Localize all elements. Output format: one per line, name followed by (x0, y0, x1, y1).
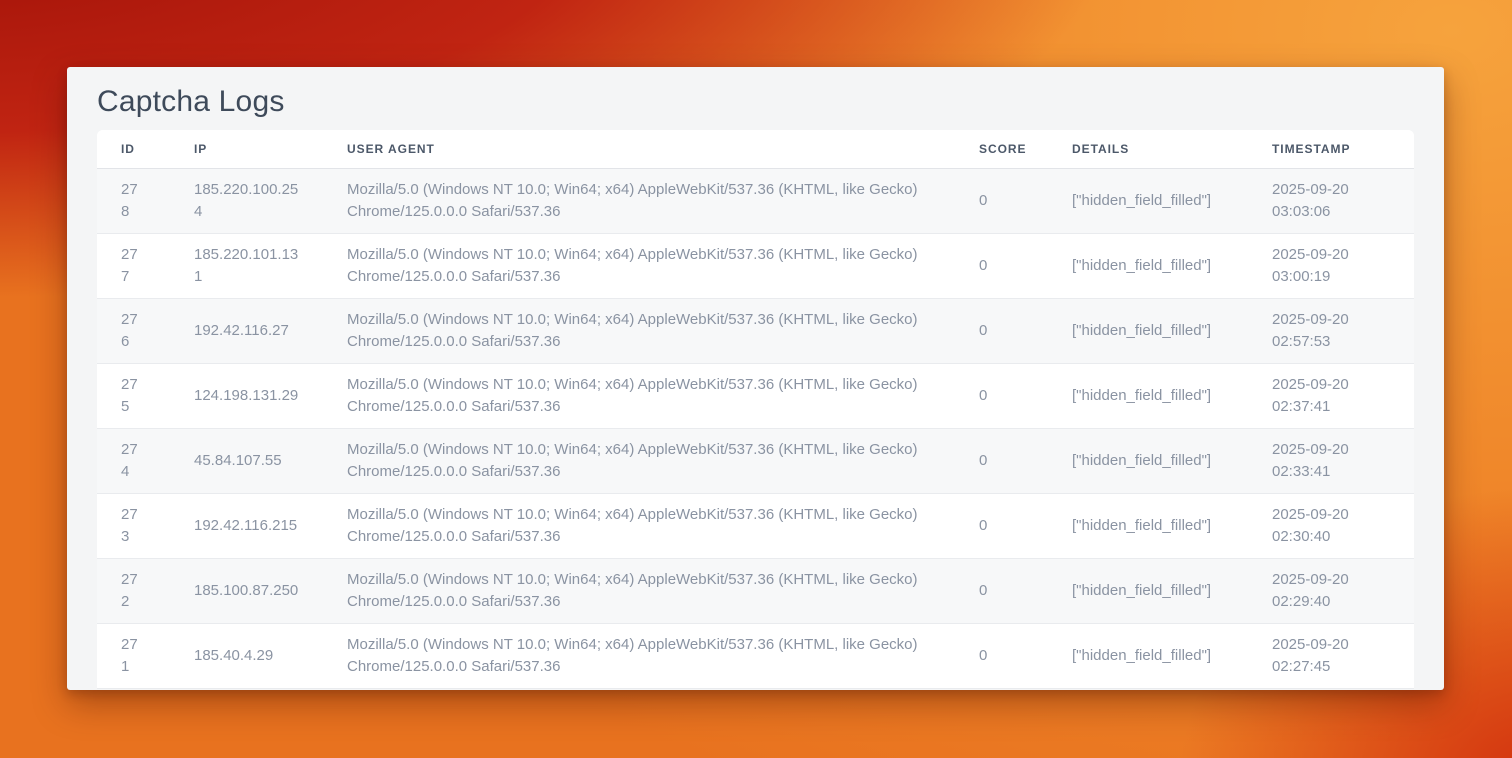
table-row: 271185.40.4.29Mozilla/5.0 (Windows NT 10… (97, 623, 1414, 688)
captcha-logs-table-container: IDIPUSER AGENTSCOREDETAILSTIMESTAMP 2781… (97, 130, 1414, 689)
cell-id: 276 (97, 298, 170, 363)
cell-timestamp: 2025-09-20 02:29:40 (1248, 558, 1414, 623)
cell-details: ["hidden_field_filled"] (1048, 233, 1248, 298)
cell-user_agent: Mozilla/5.0 (Windows NT 10.0; Win64; x64… (323, 558, 955, 623)
cell-user_agent: Mozilla/5.0 (Windows NT 10.0; Win64; x64… (323, 623, 955, 688)
cell-id: 274 (97, 428, 170, 493)
cell-ip: 192.42.116.27 (170, 298, 323, 363)
table-row: 27445.84.107.55Mozilla/5.0 (Windows NT 1… (97, 428, 1414, 493)
cell-user_agent: Mozilla/5.0 (Windows NT 10.0; Win64; x64… (323, 233, 955, 298)
cell-timestamp: 2025-09-20 02:57:53 (1248, 298, 1414, 363)
cell-ip: 124.198.131.29 (170, 363, 323, 428)
cell-timestamp: 2025-09-20 02:30:40 (1248, 493, 1414, 558)
captcha-logs-card: Captcha Logs IDIPUSER AGENTSCOREDETAILST… (67, 67, 1444, 690)
cell-score: 0 (955, 298, 1048, 363)
cell-ip: 185.220.101.131 (170, 233, 323, 298)
cell-score: 0 (955, 363, 1048, 428)
table-body: 278185.220.100.254Mozilla/5.0 (Windows N… (97, 168, 1414, 688)
cell-details: ["hidden_field_filled"] (1048, 363, 1248, 428)
cell-details: ["hidden_field_filled"] (1048, 428, 1248, 493)
table-row: 272185.100.87.250Mozilla/5.0 (Windows NT… (97, 558, 1414, 623)
cell-id: 271 (97, 623, 170, 688)
cell-ip: 185.40.4.29 (170, 623, 323, 688)
column-header-details: DETAILS (1048, 130, 1248, 168)
cell-score: 0 (955, 558, 1048, 623)
captcha-logs-table: IDIPUSER AGENTSCOREDETAILSTIMESTAMP 2781… (97, 130, 1414, 689)
column-header-id: ID (97, 130, 170, 168)
cell-score: 0 (955, 493, 1048, 558)
cell-ip: 45.84.107.55 (170, 428, 323, 493)
table-row: 278185.220.100.254Mozilla/5.0 (Windows N… (97, 168, 1414, 233)
table-header-row: IDIPUSER AGENTSCOREDETAILSTIMESTAMP (97, 130, 1414, 168)
cell-ip: 192.42.116.215 (170, 493, 323, 558)
cell-timestamp: 2025-09-20 03:00:19 (1248, 233, 1414, 298)
cell-user_agent: Mozilla/5.0 (Windows NT 10.0; Win64; x64… (323, 428, 955, 493)
table-row: 276192.42.116.27Mozilla/5.0 (Windows NT … (97, 298, 1414, 363)
table-row: 277185.220.101.131Mozilla/5.0 (Windows N… (97, 233, 1414, 298)
column-header-score: SCORE (955, 130, 1048, 168)
cell-id: 275 (97, 363, 170, 428)
cell-user_agent: Mozilla/5.0 (Windows NT 10.0; Win64; x64… (323, 363, 955, 428)
column-header-ip: IP (170, 130, 323, 168)
column-header-user_agent: USER AGENT (323, 130, 955, 168)
cell-id: 273 (97, 493, 170, 558)
cell-id: 277 (97, 233, 170, 298)
cell-ip: 185.220.100.254 (170, 168, 323, 233)
cell-score: 0 (955, 168, 1048, 233)
cell-user_agent: Mozilla/5.0 (Windows NT 10.0; Win64; x64… (323, 168, 955, 233)
cell-id: 272 (97, 558, 170, 623)
table-row: 273192.42.116.215Mozilla/5.0 (Windows NT… (97, 493, 1414, 558)
cell-score: 0 (955, 233, 1048, 298)
cell-ip: 185.100.87.250 (170, 558, 323, 623)
cell-timestamp: 2025-09-20 02:37:41 (1248, 363, 1414, 428)
cell-user_agent: Mozilla/5.0 (Windows NT 10.0; Win64; x64… (323, 493, 955, 558)
cell-details: ["hidden_field_filled"] (1048, 623, 1248, 688)
cell-details: ["hidden_field_filled"] (1048, 168, 1248, 233)
cell-score: 0 (955, 623, 1048, 688)
page-title: Captcha Logs (97, 83, 1414, 121)
cell-timestamp: 2025-09-20 03:03:06 (1248, 168, 1414, 233)
cell-details: ["hidden_field_filled"] (1048, 493, 1248, 558)
table-row: 275124.198.131.29Mozilla/5.0 (Windows NT… (97, 363, 1414, 428)
cell-details: ["hidden_field_filled"] (1048, 558, 1248, 623)
cell-id: 278 (97, 168, 170, 233)
cell-score: 0 (955, 428, 1048, 493)
cell-timestamp: 2025-09-20 02:33:41 (1248, 428, 1414, 493)
cell-details: ["hidden_field_filled"] (1048, 298, 1248, 363)
cell-user_agent: Mozilla/5.0 (Windows NT 10.0; Win64; x64… (323, 298, 955, 363)
column-header-timestamp: TIMESTAMP (1248, 130, 1414, 168)
page-background: { "page": { "title": "Captcha Logs" }, "… (0, 0, 1512, 758)
cell-timestamp: 2025-09-20 02:27:45 (1248, 623, 1414, 688)
